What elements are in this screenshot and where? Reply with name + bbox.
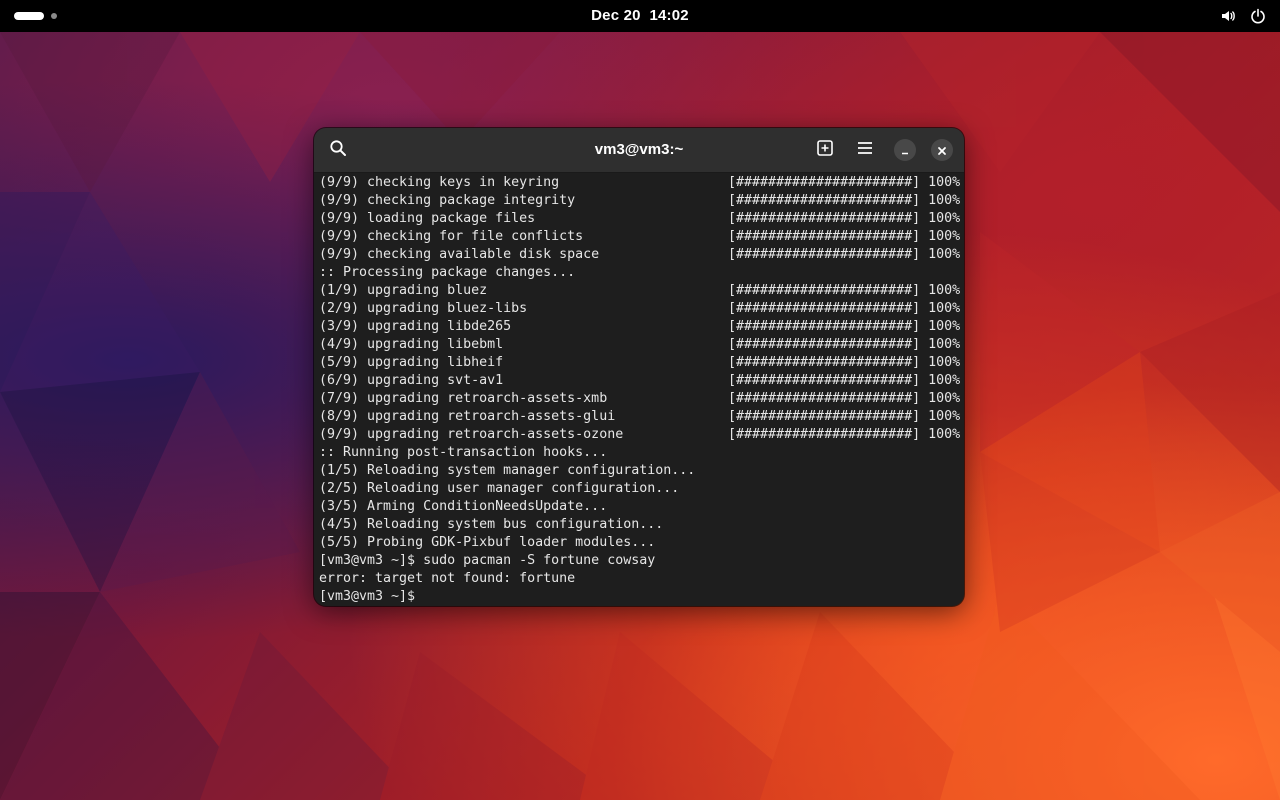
terminal-window[interactable]: vm3@vm3:~ (9/9) checking keys in keyring… [314,128,964,606]
minimize-icon [900,141,910,160]
terminal-line: (9/9) checking available disk space [####… [319,247,961,262]
terminal-line: (9/9) checking package integrity [#######… [319,193,961,208]
terminal-line: (4/5) Reloading system bus configuration… [319,517,664,532]
terminal-line: (7/9) upgrading retroarch-assets-xmb [###… [319,391,961,406]
terminal-line: (9/9) checking for file conflicts [######… [319,229,961,244]
volume-icon[interactable] [1220,8,1236,24]
clock-date: Dec 20 [591,7,641,24]
new-tab-icon [816,139,834,161]
terminal-line: (6/9) upgrading svt-av1 [################… [319,373,961,388]
close-button[interactable] [931,139,953,161]
terminal-error-line: error: target not found: fortune [319,571,576,586]
main-menu-button[interactable] [851,136,879,164]
minimize-button[interactable] [894,139,916,161]
terminal-line: (4/9) upgrading libebml [################… [319,337,961,352]
close-icon [937,141,947,160]
terminal-line: (2/9) upgrading bluez-libs [#############… [319,301,961,316]
terminal-line: (3/5) Arming ConditionNeedsUpdate... [319,499,608,514]
terminal-headerbar[interactable]: vm3@vm3:~ [314,128,964,173]
terminal-line: (1/5) Reloading system manager configura… [319,463,696,478]
terminal-command-line: [vm3@vm3 ~]$ sudo pacman -S fortune cows… [319,553,656,568]
power-icon[interactable] [1250,8,1266,24]
clock-time: 14:02 [649,7,689,24]
terminal-line: (9/9) upgrading retroarch-assets-ozone [#… [319,427,961,442]
terminal-line: (2/5) Reloading user manager configurati… [319,481,680,496]
terminal-line: (3/9) upgrading libde265 [###############… [319,319,961,334]
terminal-line: (8/9) upgrading retroarch-assets-glui [##… [319,409,961,424]
shell-prompt[interactable]: [vm3@vm3 ~]$ [319,588,423,606]
top-bar: Dec 20 14:02 [0,0,1280,32]
terminal-output[interactable]: (9/9) checking keys in keyring [#########… [319,174,961,606]
terminal-line: :: Processing package changes... [319,265,576,280]
terminal-line: :: Running post-transaction hooks... [319,445,608,460]
terminal-line: (9/9) checking keys in keyring [#########… [319,175,961,190]
terminal-prompt-line[interactable]: [vm3@vm3 ~]$ [319,588,959,606]
terminal-line: (1/9) upgrading bluez [##################… [319,283,961,298]
hamburger-menu-icon [856,139,874,161]
system-tray[interactable] [1220,0,1266,32]
terminal-line: (5/5) Probing GDK-Pixbuf loader modules.… [319,535,656,550]
new-tab-button[interactable] [811,136,839,164]
clock[interactable]: Dec 20 14:02 [0,0,1280,32]
terminal-line: (9/9) loading package files [############… [319,211,961,226]
terminal-line: (5/9) upgrading libheif [################… [319,355,961,370]
